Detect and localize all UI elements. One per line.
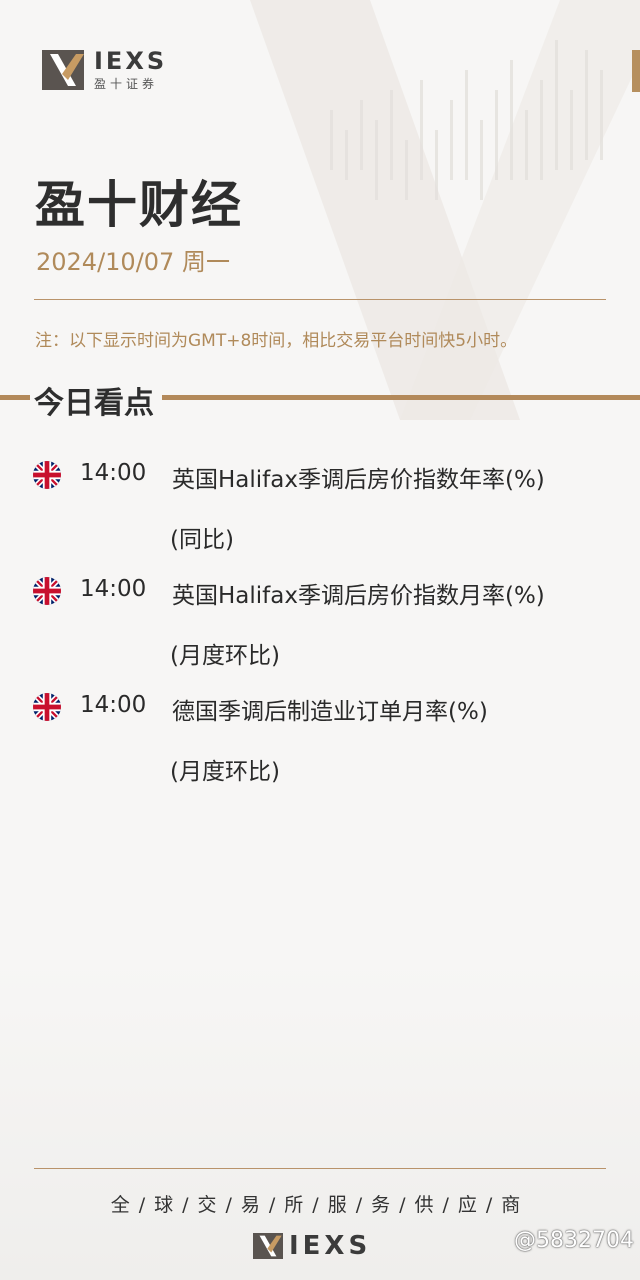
footer-divider [34, 1168, 606, 1169]
logo-text-cn: 盈十证券 [94, 76, 159, 91]
event-time: 14:00 [80, 460, 147, 486]
event-title: 英国Halifax季调后房价指数年率(%) [172, 467, 545, 493]
accent-bar [632, 50, 640, 92]
event-time: 14:00 [80, 692, 147, 718]
watermark-text: @5832704 [514, 1228, 634, 1253]
footer-logo-text: IEXS [289, 1231, 372, 1261]
section-line-right [150, 395, 640, 400]
uk-flag-icon [33, 693, 61, 721]
section-header: 今日看点 [0, 378, 640, 422]
iexs-logo-icon [253, 1233, 283, 1259]
event-subtitle: (月度环比) [170, 643, 280, 669]
page-title: 盈十财经 [35, 176, 243, 234]
event-title: 德国季调后制造业订单月率(%) [172, 699, 488, 725]
footer-logo: IEXS [253, 1231, 372, 1261]
section-title: 今日看点 [34, 378, 162, 422]
event-title: 英国Halifax季调后房价指数月率(%) [172, 583, 545, 609]
date-label: 2024/10/07 周一 [36, 248, 230, 276]
footer-slogan: 全/球/交/易/所/服/务/供/应/商 [110, 1194, 530, 1216]
event-time: 14:00 [80, 576, 147, 602]
iexs-logo-icon [42, 50, 84, 90]
event-subtitle: (月度环比) [170, 759, 280, 785]
section-line-left [0, 395, 30, 400]
timezone-note: 注：以下显示时间为GMT+8时间，相比交易平台时间快5小时。 [35, 331, 518, 351]
uk-flag-icon [33, 577, 61, 605]
event-subtitle: (同比) [170, 527, 234, 553]
header-divider [34, 299, 606, 300]
brand-logo: IEXS 盈十证券 [42, 46, 168, 91]
logo-text-en: IEXS [94, 46, 168, 75]
uk-flag-icon [33, 461, 61, 489]
